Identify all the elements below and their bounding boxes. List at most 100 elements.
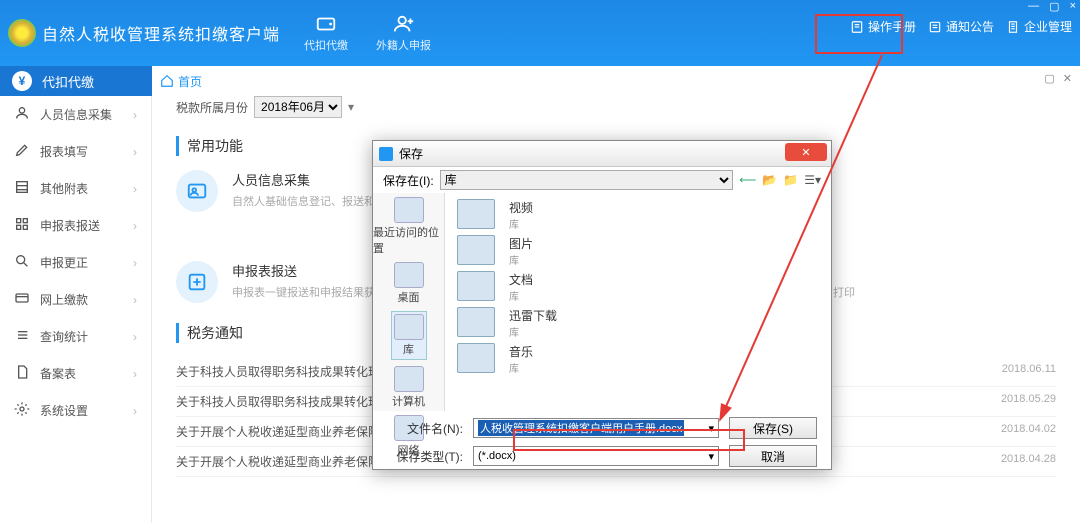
- folder-icon: [394, 197, 424, 223]
- file-item[interactable]: 迅雷下载库: [509, 307, 819, 339]
- chevron-right-icon: ›: [133, 293, 137, 307]
- sidebar-item[interactable]: 备案表›: [0, 355, 151, 392]
- folder-icon: [394, 262, 424, 288]
- view-icon[interactable]: ☰▾: [804, 173, 821, 187]
- chevron-right-icon: ›: [133, 182, 137, 196]
- news-date: 2018.06.11: [1002, 363, 1056, 380]
- library-icon: [457, 271, 495, 301]
- chevron-right-icon: ›: [133, 145, 137, 159]
- newfolder-icon[interactable]: 📁: [783, 173, 798, 187]
- file-item[interactable]: 图片库: [509, 235, 819, 267]
- places-item[interactable]: 库: [391, 311, 427, 360]
- close-button[interactable]: ×: [1070, 0, 1076, 13]
- places-item[interactable]: 计算机: [392, 366, 425, 409]
- notice-label: 通知公告: [946, 18, 994, 35]
- person-card-icon: [176, 170, 218, 212]
- back-icon[interactable]: ⟵: [739, 173, 756, 187]
- places-label: 计算机: [392, 393, 425, 409]
- tab-withhold-label: 代扣代缴: [304, 37, 348, 53]
- breadcrumb: 首页: [160, 70, 202, 92]
- save-dialog: 保存 ✕ 保存在(I): 库 ⟵ 📂 📁 ☰▾ 最近访问的位置桌面库计算机网络 …: [372, 140, 832, 470]
- sidebar-item[interactable]: 报表填写 ›: [0, 133, 151, 170]
- news-date: 2018.05.29: [1001, 393, 1056, 410]
- sidebar-item-label: 申报更正: [40, 254, 88, 271]
- tab-foreign-label: 外籍人申报: [376, 37, 431, 53]
- sidebar: ¥ 代扣代缴 人员信息采集› 报表填写 › 其他附表 › 申报表报送 › 申报更正 › 网上缴款 ›…: [0, 66, 152, 523]
- dialog-title: 保存: [399, 145, 423, 162]
- library-icon: [457, 307, 495, 337]
- notice-button[interactable]: 通知公告: [928, 18, 994, 35]
- up-icon[interactable]: 📂: [762, 173, 777, 187]
- sidebar-item-label: 网上缴款: [40, 291, 88, 308]
- library-icon: [457, 343, 495, 373]
- crumb-box-icon[interactable]: ▢: [1044, 72, 1054, 85]
- sidebar-header: ¥ 代扣代缴: [0, 66, 152, 96]
- app-logo-icon: [8, 19, 36, 47]
- enterprise-label: 企业管理: [1024, 18, 1072, 35]
- news-title: 关于科技人员取得职务科技成果转化现金…: [176, 363, 404, 380]
- breadcrumb-home[interactable]: 首页: [178, 73, 202, 90]
- sidebar-item[interactable]: 申报表报送 ›: [0, 207, 151, 244]
- title-bar: — ▢ × 自然人税收管理系统扣缴客户端 代扣代缴 外籍人申报 操作手册 通知公…: [0, 0, 1080, 66]
- home-icon: [160, 74, 174, 88]
- chevron-right-icon: ›: [133, 367, 137, 381]
- min-button[interactable]: —: [1028, 0, 1039, 13]
- send-icon: [176, 261, 218, 303]
- period-label: 税款所属月份: [176, 99, 248, 116]
- table-icon: [14, 179, 30, 198]
- list-icon: [14, 327, 30, 346]
- sidebar-item-label: 系统设置: [40, 402, 88, 419]
- max-button[interactable]: ▢: [1049, 0, 1059, 13]
- sidebar-item-label: 其他附表: [40, 180, 88, 197]
- dialog-titlebar[interactable]: 保存 ✕: [373, 141, 831, 167]
- chevron-right-icon: ›: [133, 256, 137, 270]
- file-item[interactable]: 视频库: [509, 199, 819, 231]
- places-item[interactable]: 最近访问的位置: [373, 197, 444, 256]
- filename-label: 文件名(N):: [387, 420, 463, 437]
- enterprise-button[interactable]: 企业管理: [1006, 18, 1072, 35]
- chevron-right-icon: ›: [133, 330, 137, 344]
- filetype-label: 保存类型(T):: [387, 448, 463, 465]
- sidebar-item[interactable]: 其他附表 ›: [0, 170, 151, 207]
- sidebar-item-label: 申报表报送: [40, 217, 100, 234]
- tab-withhold[interactable]: 代扣代缴: [304, 13, 348, 53]
- news-date: 2018.04.02: [1001, 423, 1056, 440]
- sidebar-item[interactable]: 人员信息采集›: [0, 96, 151, 133]
- dialog-close-button[interactable]: ✕: [785, 143, 827, 161]
- card-desc: 申报表一键报送和申报结果获取: [232, 284, 386, 300]
- card-title: 申报表报送: [232, 261, 386, 280]
- gear-icon: [14, 401, 30, 420]
- period-select[interactable]: 2018年06月: [254, 96, 342, 118]
- chevron-down-icon[interactable]: ▾: [348, 100, 354, 114]
- chevron-right-icon: ›: [133, 108, 137, 122]
- file-item[interactable]: 音乐库: [509, 343, 819, 375]
- sidebar-item[interactable]: 系统设置 ›: [0, 392, 151, 429]
- news-date: 2018.04.28: [1001, 453, 1056, 470]
- card-icon: [14, 290, 30, 309]
- sidebar-item[interactable]: 申报更正 ›: [0, 244, 151, 281]
- annotation-box: [815, 14, 903, 54]
- file-item[interactable]: 文档库: [509, 271, 819, 303]
- sidebar-item[interactable]: 查询统计 ›: [0, 318, 151, 355]
- folder-icon: [394, 314, 424, 340]
- chevron-right-icon: ›: [133, 219, 137, 233]
- save-in-select[interactable]: 库: [440, 170, 733, 190]
- sidebar-header-label: 代扣代缴: [42, 72, 94, 91]
- crumb-close-icon[interactable]: ✕: [1063, 72, 1072, 85]
- chevron-right-icon: ›: [133, 404, 137, 418]
- library-icon: [457, 199, 495, 229]
- edit-icon: [14, 142, 30, 161]
- app-title: 自然人税收管理系统扣缴客户端: [42, 21, 280, 45]
- places-item[interactable]: 桌面: [394, 262, 424, 305]
- sidebar-item[interactable]: 网上缴款 ›: [0, 281, 151, 318]
- news-title: 关于开展个人税收递延型商业养老保险试…: [176, 423, 404, 440]
- tab-foreign[interactable]: 外籍人申报: [376, 13, 431, 53]
- grid-icon: [14, 216, 30, 235]
- sidebar-item-label: 查询统计: [40, 328, 88, 345]
- file-icon: [14, 364, 30, 383]
- annotation-box: [513, 429, 745, 451]
- person-plus-icon: [393, 13, 415, 35]
- news-title: 关于科技人员取得职务科技成果转化现金…: [176, 393, 404, 410]
- dialog-file-list[interactable]: 视频库图片库文档库迅雷下载库音乐库: [445, 193, 831, 411]
- sidebar-item-label: 报表填写: [40, 143, 88, 160]
